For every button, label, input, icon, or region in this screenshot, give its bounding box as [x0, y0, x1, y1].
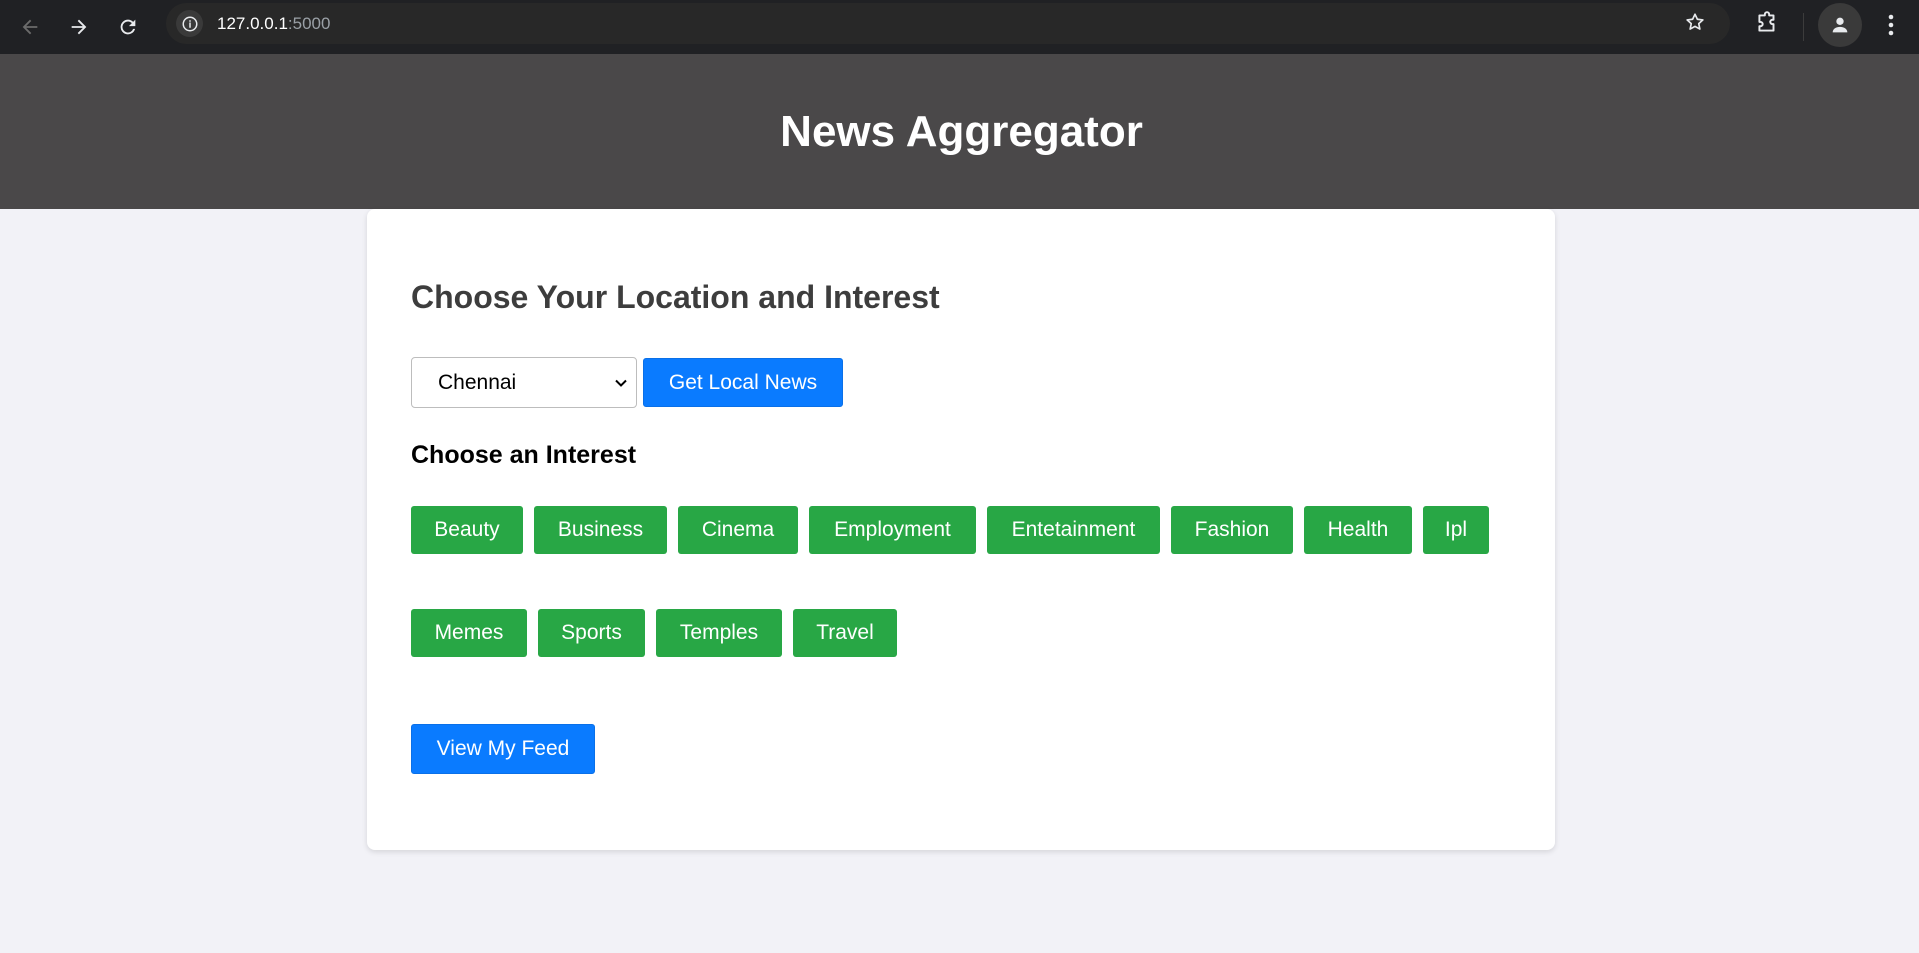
- interest-button-temples[interactable]: Temples: [656, 609, 782, 657]
- site-info-icon[interactable]: [176, 10, 203, 37]
- url-host: 127.0.0.1: [217, 14, 288, 33]
- chevron-down-icon: [615, 379, 627, 387]
- more-menu-icon[interactable]: [1880, 10, 1902, 40]
- reload-icon[interactable]: [110, 9, 146, 45]
- interest-button-sports[interactable]: Sports: [538, 609, 645, 657]
- address-bar[interactable]: 127.0.0.1:5000: [166, 3, 1730, 44]
- page-title: News Aggregator: [780, 106, 1143, 156]
- site-header: News Aggregator: [0, 54, 1919, 209]
- view-my-feed-button[interactable]: View My Feed: [411, 724, 595, 774]
- interest-button-entetainment[interactable]: Entetainment: [987, 506, 1160, 554]
- profile-icon[interactable]: [1818, 3, 1862, 47]
- bookmark-star-icon[interactable]: [1684, 11, 1706, 33]
- back-icon[interactable]: [12, 9, 48, 45]
- extensions-icon[interactable]: [1754, 10, 1780, 36]
- url-text: 127.0.0.1:5000: [217, 14, 330, 34]
- browser-toolbar: 127.0.0.1:5000: [0, 0, 1919, 54]
- location-select-value: Chennai: [438, 370, 517, 394]
- interest-button-business[interactable]: Business: [534, 506, 667, 554]
- interest-heading: Choose an Interest: [411, 441, 637, 469]
- interest-button-ipl[interactable]: Ipl: [1423, 506, 1489, 554]
- location-interest-heading: Choose Your Location and Interest: [411, 279, 940, 315]
- toolbar-divider: [1803, 13, 1804, 41]
- forward-icon[interactable]: [61, 9, 97, 45]
- interest-button-employment[interactable]: Employment: [809, 506, 976, 554]
- selection-card: Choose Your Location and Interest Chenna…: [367, 209, 1555, 850]
- interest-button-cinema[interactable]: Cinema: [678, 506, 798, 554]
- interest-button-health[interactable]: Health: [1304, 506, 1412, 554]
- location-select[interactable]: Chennai: [411, 357, 637, 408]
- interest-button-fashion[interactable]: Fashion: [1171, 506, 1293, 554]
- get-local-news-button[interactable]: Get Local News: [643, 358, 843, 407]
- interest-button-travel[interactable]: Travel: [793, 609, 897, 657]
- interest-button-beauty[interactable]: Beauty: [411, 506, 523, 554]
- interest-button-memes[interactable]: Memes: [411, 609, 527, 657]
- url-port: :5000: [287, 14, 331, 33]
